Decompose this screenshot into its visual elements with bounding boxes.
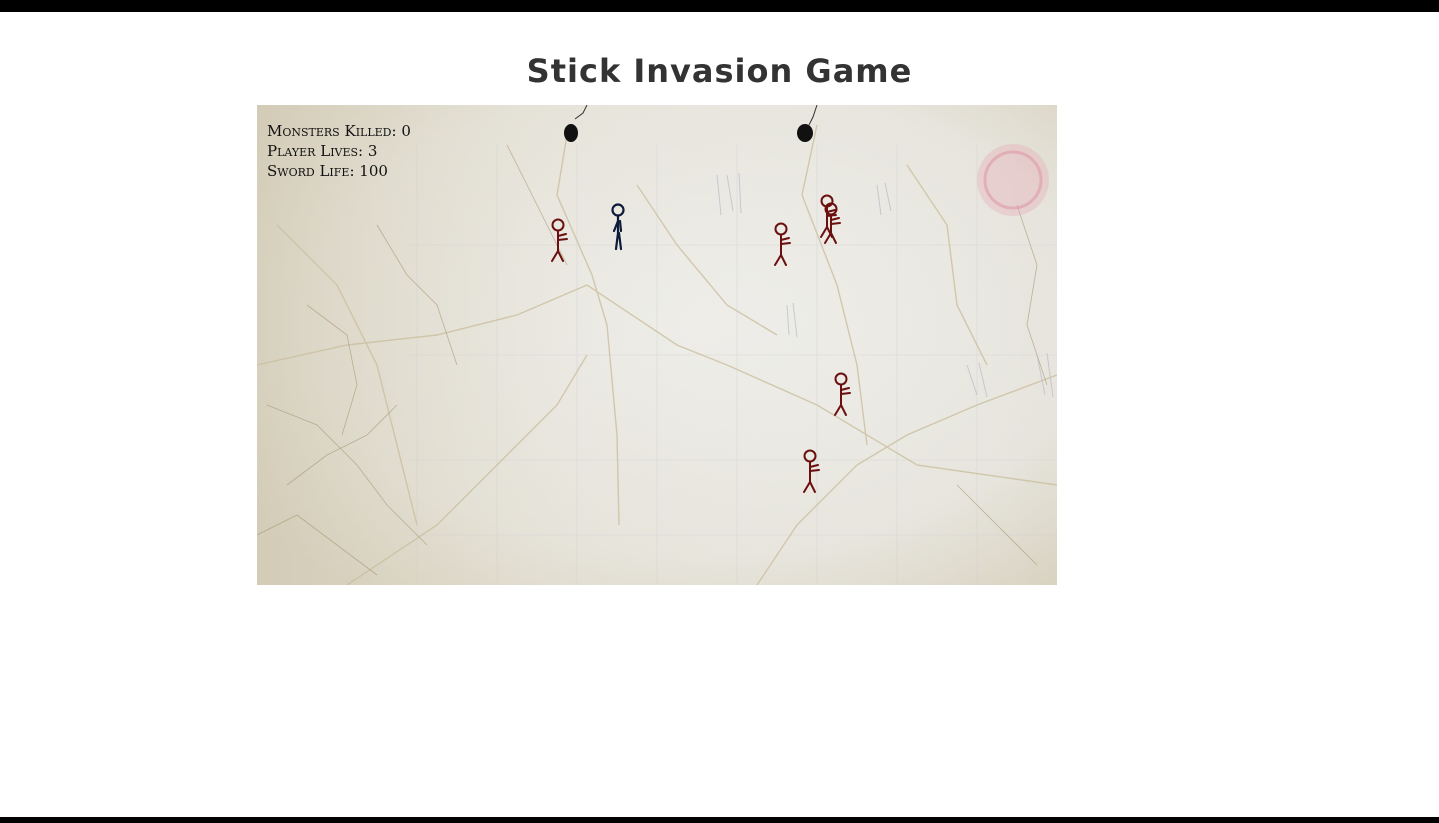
monster-stick-figure [803, 449, 820, 493]
game-sprites-layer [551, 105, 851, 493]
monster-stick-figure [834, 372, 851, 416]
spawn-hole-right [797, 105, 818, 142]
page-title: Stick Invasion Game [526, 52, 913, 90]
bottom-border-bar [0, 817, 1439, 823]
game-canvas[interactable]: Monsters Killed: 0 Player Lives: 3 Sword… [257, 105, 1057, 585]
player-stick-figure [611, 203, 625, 251]
monster-stick-figure [820, 194, 837, 238]
monster-stick-figure [551, 218, 568, 262]
spawn-hole-left [564, 105, 588, 142]
top-border-bar [0, 0, 1439, 12]
monster-stick-figure [774, 222, 791, 266]
